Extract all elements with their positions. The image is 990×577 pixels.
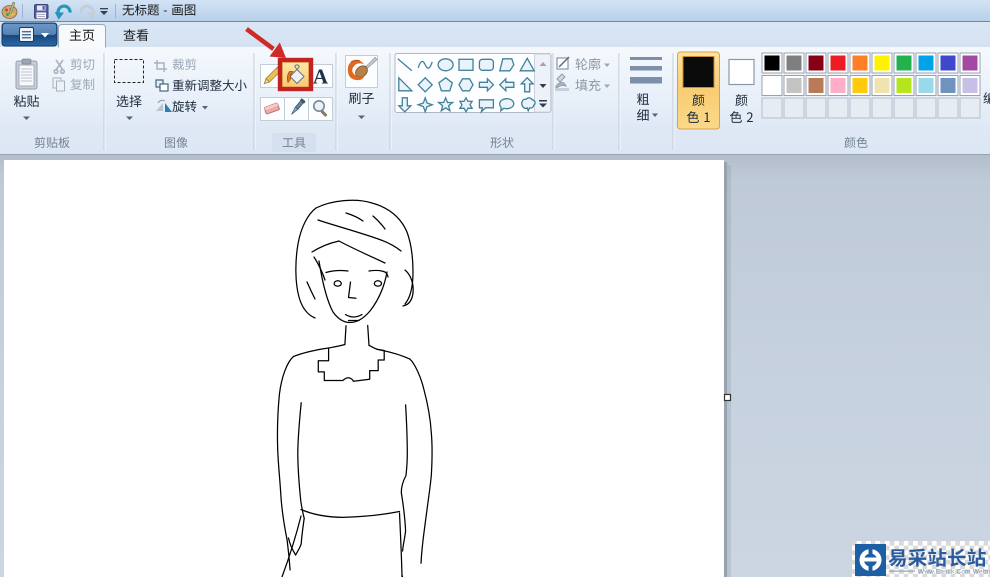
svg-text:Www.Easck.Com Webmaster: Www.Easck.Com Webmaster <box>918 569 990 576</box>
svg-text:A: A <box>313 65 329 89</box>
